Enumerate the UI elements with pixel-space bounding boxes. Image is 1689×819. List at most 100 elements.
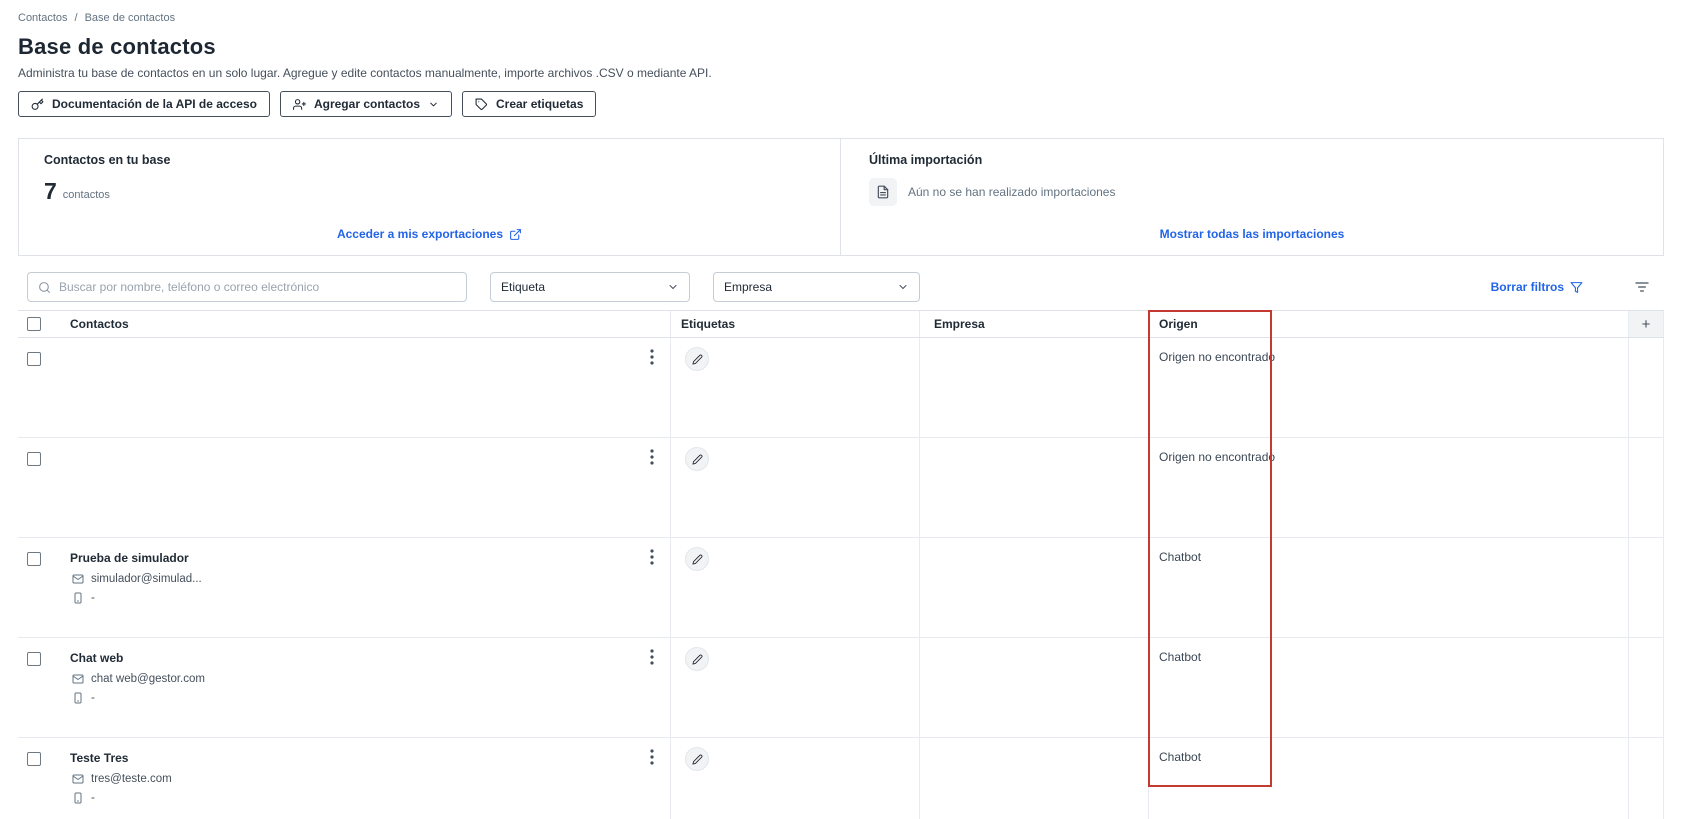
row-checkbox-cell	[18, 738, 62, 819]
contacts-table: Contactos Etiquetas Empresa Origen + Ori…	[18, 310, 1664, 819]
contact-phone-row: -	[70, 592, 202, 604]
breadcrumb: Contactos / Base de contactos	[0, 0, 1689, 24]
exports-link[interactable]: Acceder a mis exportaciones	[337, 227, 522, 241]
contact-phone: -	[91, 792, 95, 804]
header-checkbox-cell	[18, 311, 62, 337]
edit-tags-button[interactable]	[685, 647, 709, 671]
user-plus-icon	[292, 98, 306, 111]
search-input[interactable]	[59, 280, 456, 294]
create-tags-label: Crear etiquetas	[496, 97, 584, 111]
add-contacts-label: Agregar contactos	[313, 97, 420, 111]
tags-cell	[670, 338, 919, 437]
origin-value: Chatbot	[1159, 650, 1202, 664]
phone-icon	[72, 792, 84, 804]
row-checkbox-cell	[18, 638, 62, 737]
edit-tags-button[interactable]	[685, 447, 709, 471]
contact-email-row: simulador@simulad...	[70, 573, 202, 585]
company-cell	[919, 338, 1148, 437]
create-tags-button[interactable]: Crear etiquetas	[462, 91, 597, 117]
advanced-filter-icon[interactable]	[1634, 279, 1650, 295]
table-body: Origen no encontrado Origen no encontrad…	[18, 338, 1664, 819]
contact-email-row: tres@teste.com	[70, 773, 172, 785]
phone-icon	[72, 592, 84, 604]
search-box	[27, 272, 467, 302]
filter-clear-icon	[1570, 281, 1583, 294]
clear-filters-button[interactable]: Borrar filtros	[1491, 280, 1583, 294]
page-subtitle: Administra tu base de contactos en un so…	[18, 66, 712, 80]
origin-value: Chatbot	[1159, 750, 1202, 764]
table-row: Origen no encontrado	[18, 438, 1664, 538]
origin-value: Origen no encontrado	[1159, 350, 1276, 364]
contact-cell: Teste Tres tres@teste.com -	[62, 738, 670, 819]
select-all-checkbox[interactable]	[27, 317, 41, 331]
company-filter-select[interactable]: Empresa	[713, 272, 920, 302]
page-title: Base de contactos	[18, 34, 216, 59]
row-plus-cell	[1628, 538, 1664, 637]
company-cell	[919, 438, 1148, 537]
imports-link-row: Mostrar todas las importaciones	[869, 225, 1635, 243]
tag-filter-select[interactable]: Etiqueta	[490, 272, 690, 302]
row-checkbox[interactable]	[27, 752, 41, 766]
table-row: Chat web chat web@gestor.com - Chatbot	[18, 638, 1664, 738]
toolbar: Documentación de la API de acceso Agrega…	[18, 91, 1671, 117]
edit-tags-button[interactable]	[685, 747, 709, 771]
show-all-imports-label: Mostrar todas las importaciones	[1159, 227, 1345, 241]
tags-cell	[670, 738, 919, 819]
row-checkbox[interactable]	[27, 552, 41, 566]
edit-tags-button[interactable]	[685, 347, 709, 371]
origin-value: Origen no encontrado	[1159, 450, 1276, 464]
add-contacts-button[interactable]: Agregar contactos	[279, 91, 452, 117]
company-filter-label: Empresa	[724, 280, 773, 294]
contact-email: simulador@simulad...	[91, 573, 202, 585]
phone-icon	[72, 692, 84, 704]
add-column-button[interactable]: +	[1628, 311, 1664, 337]
column-header-contacts: Contactos	[70, 317, 129, 331]
breadcrumb-separator: /	[74, 12, 78, 24]
row-menu-button[interactable]	[642, 647, 662, 667]
tag-icon	[475, 98, 488, 111]
tags-cell	[670, 638, 919, 737]
contact-phone: -	[91, 592, 95, 604]
show-all-imports-link[interactable]: Mostrar todas las importaciones	[1160, 227, 1345, 241]
api-docs-label: Documentación de la API de acceso	[52, 97, 257, 111]
company-cell	[919, 738, 1148, 819]
contacts-count: 7	[44, 178, 57, 204]
origin-value: Chatbot	[1159, 550, 1202, 564]
api-key-icon	[31, 98, 44, 111]
column-header-origin: Origen	[1148, 311, 1628, 337]
row-menu-button[interactable]	[642, 347, 662, 367]
tags-cell	[670, 538, 919, 637]
row-menu-button[interactable]	[642, 747, 662, 767]
contacts-count-unit: contactos	[62, 189, 110, 201]
row-menu-button[interactable]	[642, 547, 662, 567]
contacts-stats-title: Contactos en tu base	[44, 153, 171, 167]
email-icon	[72, 773, 84, 785]
row-menu-button[interactable]	[642, 447, 662, 467]
search-icon	[38, 281, 51, 294]
email-icon	[72, 673, 84, 685]
breadcrumb-contactos[interactable]: Contactos	[18, 12, 68, 24]
contact-cell: Prueba de simulador simulador@simulad...…	[62, 538, 670, 637]
row-checkbox-cell	[18, 438, 62, 537]
contact-email: tres@teste.com	[91, 773, 172, 785]
tags-cell	[670, 438, 919, 537]
contact-name: Teste Tres	[70, 751, 129, 765]
row-checkbox[interactable]	[27, 652, 41, 666]
contact-phone-row: -	[70, 792, 172, 804]
edit-tags-button[interactable]	[685, 547, 709, 571]
origin-cell: Origen no encontrado	[1148, 438, 1628, 537]
contact-info: Prueba de simulador simulador@simulad...…	[70, 551, 202, 637]
contact-name: Prueba de simulador	[70, 551, 189, 565]
company-cell	[919, 638, 1148, 737]
company-cell	[919, 538, 1148, 637]
api-docs-button[interactable]: Documentación de la API de acceso	[18, 91, 270, 117]
row-checkbox[interactable]	[27, 352, 41, 366]
row-plus-cell	[1628, 338, 1664, 437]
exports-link-row: Acceder a mis exportaciones	[44, 225, 815, 243]
export-icon	[509, 228, 522, 241]
chevron-down-icon	[897, 281, 909, 293]
row-checkbox[interactable]	[27, 452, 41, 466]
contact-cell	[62, 438, 670, 537]
filter-bar: Etiqueta Empresa Borrar filtros	[27, 272, 1650, 302]
contact-email: chat web@gestor.com	[91, 673, 205, 685]
